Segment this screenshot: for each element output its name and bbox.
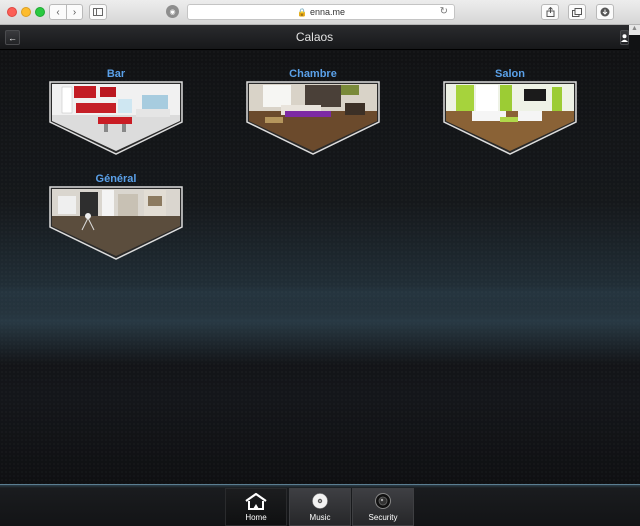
tabs-overview-button[interactable] — [568, 4, 586, 20]
reload-icon[interactable]: ↻ — [440, 6, 448, 17]
user-icon — [621, 33, 628, 42]
share-button[interactable] — [541, 4, 559, 20]
chevron-right-icon: › — [72, 6, 77, 18]
address-bar[interactable]: 🔒 enna.me ↻ — [187, 4, 455, 20]
privacy-icon[interactable]: ◉ — [166, 5, 179, 18]
room-label: Chambre — [289, 68, 337, 80]
room-image — [245, 81, 381, 155]
url-text: enna.me — [309, 7, 345, 17]
close-window-button[interactable] — [7, 7, 17, 17]
disc-icon — [312, 493, 328, 509]
room-tile-chambre[interactable]: Chambre — [245, 67, 381, 155]
forward-button[interactable]: › — [66, 4, 83, 20]
download-icon — [600, 7, 610, 17]
room-image — [48, 81, 184, 155]
page-title: Calaos — [295, 30, 334, 44]
camera-icon — [375, 493, 391, 509]
app-header: ← Calaos — [0, 25, 629, 50]
room-tile-bar[interactable]: Bar — [48, 67, 184, 155]
tab-music[interactable]: Music — [289, 488, 351, 526]
bottom-tab-bar: Home Music Security — [0, 484, 640, 526]
browser-toolbar: ‹ › ◉ 🔒 enna.me ↻ — [0, 0, 640, 25]
bedroom-scene-image — [246, 81, 380, 155]
tab-label: Security — [368, 513, 398, 522]
downloads-button[interactable] — [596, 4, 614, 20]
room-label: Bar — [106, 68, 126, 80]
house-icon — [245, 492, 267, 510]
tab-label: Music — [309, 513, 331, 522]
maximize-window-button[interactable] — [35, 7, 45, 17]
sidebar-icon — [93, 8, 103, 16]
back-button[interactable]: ‹ — [49, 4, 66, 20]
room-tile-general[interactable]: Général — [48, 172, 184, 260]
scroll-up-arrow-icon[interactable]: ▲ — [629, 25, 640, 35]
room-image — [442, 81, 578, 155]
kitchen-scene-image — [49, 81, 183, 155]
sidebar-button[interactable] — [89, 4, 107, 20]
tab-label: Home — [245, 513, 267, 522]
lock-icon: 🔒 — [297, 7, 307, 17]
rooms-grid: Bar Chambre Salon Général — [0, 50, 640, 484]
room-tile-salon[interactable]: Salon — [442, 67, 578, 155]
room-label: Général — [95, 173, 137, 185]
history-nav: ‹ › — [49, 4, 83, 20]
tab-security[interactable]: Security — [352, 488, 414, 526]
room-label: Salon — [495, 68, 525, 80]
minimize-window-button[interactable] — [21, 7, 31, 17]
tabs-icon — [572, 7, 582, 17]
tab-home[interactable]: Home — [225, 488, 287, 526]
room-image — [48, 186, 184, 260]
livingroom-scene-image — [443, 81, 577, 155]
user-button[interactable] — [620, 30, 629, 45]
share-icon — [546, 7, 554, 17]
chevron-left-icon: ‹ — [56, 6, 60, 18]
studio-scene-image — [49, 186, 183, 260]
